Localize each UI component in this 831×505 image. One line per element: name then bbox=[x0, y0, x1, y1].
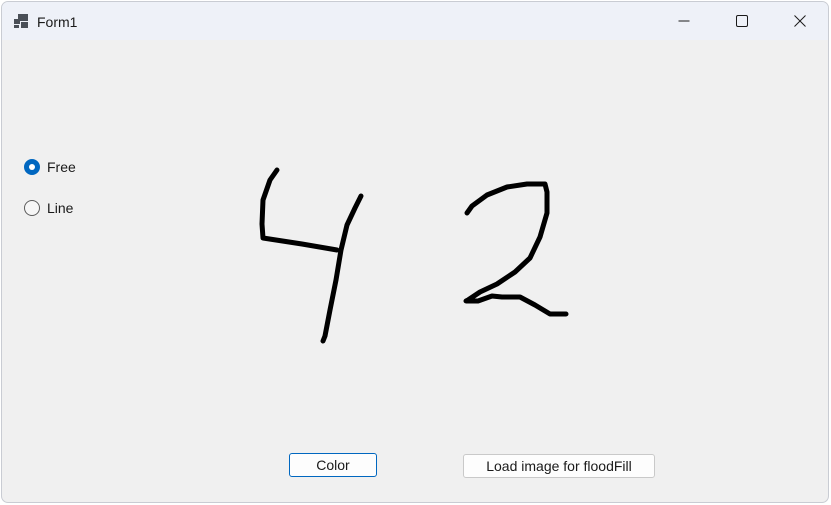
load-image-button[interactable]: Load image for floodFill bbox=[463, 454, 655, 478]
minimize-icon bbox=[678, 20, 690, 22]
maximize-icon bbox=[736, 15, 748, 27]
app-window: Form1 Free Line Color Load image for flo… bbox=[1, 1, 829, 503]
title-bar[interactable]: Form1 bbox=[2, 2, 828, 40]
radio-line-indicator[interactable] bbox=[24, 200, 40, 216]
radio-line[interactable]: Line bbox=[24, 199, 73, 217]
maximize-button[interactable] bbox=[719, 2, 765, 40]
window-title: Form1 bbox=[37, 14, 78, 30]
close-icon bbox=[794, 15, 806, 27]
stroke-digit-4-left bbox=[259, 167, 340, 253]
drawing-canvas[interactable] bbox=[2, 40, 829, 503]
stroke-digit-4-right bbox=[320, 193, 364, 344]
radio-free[interactable]: Free bbox=[24, 158, 76, 176]
app-icon bbox=[14, 14, 28, 28]
stroke-digit-2 bbox=[463, 181, 569, 317]
radio-free-label: Free bbox=[47, 159, 76, 175]
minimize-button[interactable] bbox=[661, 2, 707, 40]
radio-free-indicator[interactable] bbox=[24, 159, 40, 175]
close-button[interactable] bbox=[777, 2, 823, 40]
radio-line-label: Line bbox=[47, 200, 74, 216]
color-button[interactable]: Color bbox=[289, 453, 377, 477]
